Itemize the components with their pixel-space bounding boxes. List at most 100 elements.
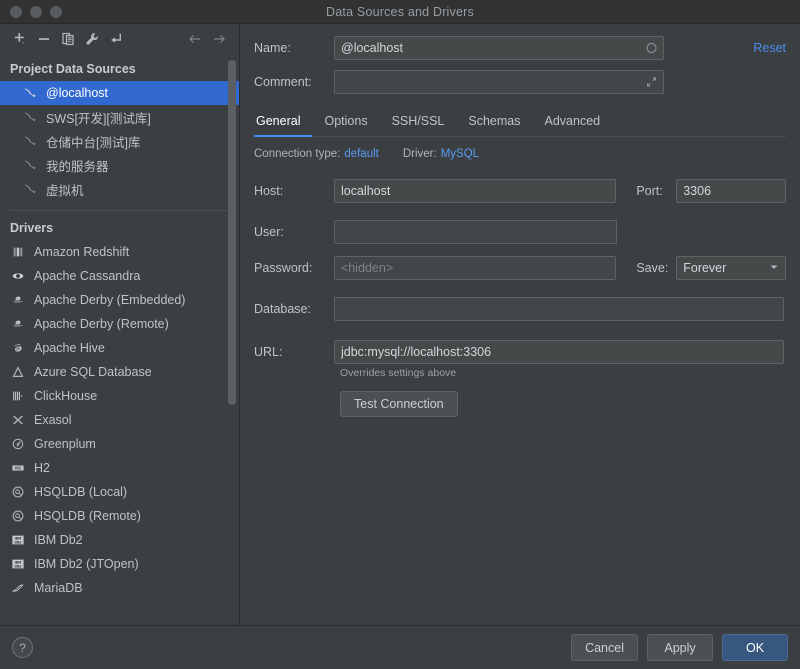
database-label: Database:: [254, 302, 334, 316]
url-label: URL:: [254, 345, 334, 359]
mysql-dolphin-icon: [22, 85, 38, 101]
navigate-back-button[interactable]: [183, 27, 207, 51]
test-connection-button[interactable]: Test Connection: [340, 391, 458, 417]
driver-row[interactable]: Apache Cassandra: [0, 264, 239, 288]
data-source-label: 虚拟机: [46, 180, 84, 199]
add-data-source-button[interactable]: [8, 27, 32, 51]
loading-circle-icon: [645, 42, 658, 55]
driver-row[interactable]: Exasol: [0, 408, 239, 432]
import-button[interactable]: [104, 27, 128, 51]
mysql-dolphin-icon: [22, 109, 38, 125]
driver-row[interactable]: Azure SQL Database: [0, 360, 239, 384]
driver-label: IBM Db2 (JTOpen): [34, 557, 139, 571]
port-input-value: 3306: [683, 184, 711, 198]
driver-row[interactable]: Apache Derby (Embedded): [0, 288, 239, 312]
chevron-down-icon: [769, 261, 779, 275]
password-input[interactable]: <hidden>: [334, 256, 616, 280]
driver-label: MariaDB: [34, 581, 83, 595]
close-window-button[interactable]: [10, 6, 22, 18]
settings-tabs[interactable]: General Options SSH/SSL Schemas Advanced: [254, 110, 786, 137]
comment-input[interactable]: [334, 70, 664, 94]
window-title: Data Sources and Drivers: [0, 5, 800, 19]
driver-label: Driver:: [403, 148, 437, 160]
sidebar-scrollbar[interactable]: [228, 54, 236, 625]
help-button[interactable]: ?: [12, 637, 33, 658]
user-input[interactable]: [334, 220, 617, 244]
connection-type-value[interactable]: default: [344, 148, 379, 160]
driver-row[interactable]: Apache Derby (Remote): [0, 312, 239, 336]
save-label: Save:: [636, 261, 676, 275]
driver-label: ClickHouse: [34, 389, 97, 403]
url-hint: Overrides settings above: [340, 367, 786, 379]
driver-row[interactable]: HSQLDB (Remote): [0, 504, 239, 528]
data-source-label: 我的服务器: [46, 156, 109, 175]
driver-row[interactable]: Amazon Redshift: [0, 240, 239, 264]
data-source-row[interactable]: @localhost: [0, 81, 239, 105]
port-input[interactable]: 3306: [676, 179, 786, 203]
minus-icon: [36, 31, 52, 47]
save-select[interactable]: Forever: [676, 256, 786, 280]
copy-icon: [60, 31, 76, 47]
save-select-value: Forever: [683, 261, 726, 275]
data-source-label: @localhost: [46, 86, 108, 100]
name-input[interactable]: @localhost: [334, 36, 664, 60]
data-source-row[interactable]: SWS[开发][测试库]: [0, 105, 239, 129]
tab-schemas[interactable]: Schemas: [456, 110, 532, 137]
data-source-label: 仓储中台[测试]库: [46, 132, 140, 151]
azure-triangle-icon: [10, 364, 26, 380]
connection-type-label: Connection type:: [254, 148, 340, 160]
data-source-row[interactable]: 我的服务器: [0, 153, 239, 177]
dialog-footer: ? Cancel Apply OK: [0, 625, 800, 669]
name-row: Name: @localhost Reset: [254, 36, 786, 60]
apply-button[interactable]: Apply: [647, 634, 713, 661]
password-placeholder: <hidden>: [341, 261, 393, 275]
database-input[interactable]: [334, 297, 784, 321]
host-input[interactable]: localhost: [334, 179, 616, 203]
expand-diagonal-icon[interactable]: [645, 76, 658, 89]
mysql-dolphin-icon: [22, 133, 38, 149]
driver-row[interactable]: HSQLDB (Local): [0, 480, 239, 504]
ok-button[interactable]: OK: [722, 634, 788, 661]
plus-dropdown-icon: [12, 31, 28, 47]
navigate-forward-button[interactable]: [207, 27, 231, 51]
driver-row[interactable]: H2 H2: [0, 456, 239, 480]
driver-label: Apache Cassandra: [34, 269, 140, 283]
arrow-left-icon: [187, 31, 203, 47]
driver-row[interactable]: Apache Hive: [0, 336, 239, 360]
minimize-window-button[interactable]: [30, 6, 42, 18]
host-input-value: localhost: [341, 184, 390, 198]
derby-hat-icon: [10, 292, 26, 308]
url-input[interactable]: jdbc:mysql://localhost:3306: [334, 340, 784, 364]
duplicate-data-source-button[interactable]: [56, 27, 80, 51]
maximize-window-button[interactable]: [50, 6, 62, 18]
host-row: Host: localhost Port: 3306: [254, 179, 786, 203]
tab-options[interactable]: Options: [312, 110, 379, 137]
driver-row[interactable]: IBMDB2 IBM Db2 (JTOpen): [0, 552, 239, 576]
driver-value[interactable]: MySQL: [441, 148, 479, 160]
reset-link[interactable]: Reset: [739, 41, 786, 55]
data-source-row[interactable]: 虚拟机: [0, 177, 239, 201]
left-pane: Project Data Sources @localhost SWS[开发][…: [0, 24, 240, 625]
driver-row[interactable]: IBMDB2 IBM Db2: [0, 528, 239, 552]
remove-data-source-button[interactable]: [32, 27, 56, 51]
cancel-button[interactable]: Cancel: [571, 634, 638, 661]
driver-row[interactable]: MariaDB: [0, 576, 239, 600]
mysql-dolphin-icon: [22, 181, 38, 197]
driver-label: Amazon Redshift: [34, 245, 129, 259]
data-source-row[interactable]: 仓储中台[测试]库: [0, 129, 239, 153]
tab-advanced[interactable]: Advanced: [533, 110, 613, 137]
url-row: URL: jdbc:mysql://localhost:3306: [254, 340, 786, 364]
driver-label: Azure SQL Database: [34, 365, 152, 379]
driver-row[interactable]: Greenplum: [0, 432, 239, 456]
driver-row[interactable]: ClickHouse: [0, 384, 239, 408]
h2-badge-icon: H2: [10, 460, 26, 476]
clickhouse-bars-icon: [10, 388, 26, 404]
tab-ssh-ssl[interactable]: SSH/SSL: [380, 110, 457, 137]
data-sources-tree[interactable]: Project Data Sources @localhost SWS[开发][…: [0, 54, 239, 625]
sidebar-scrollbar-thumb[interactable]: [228, 60, 236, 405]
driver-label: Greenplum: [34, 437, 96, 451]
ibm-db2-icon: IBMDB2: [10, 532, 26, 548]
tab-general[interactable]: General: [254, 110, 312, 137]
properties-button[interactable]: [80, 27, 104, 51]
user-label: User:: [254, 225, 334, 239]
